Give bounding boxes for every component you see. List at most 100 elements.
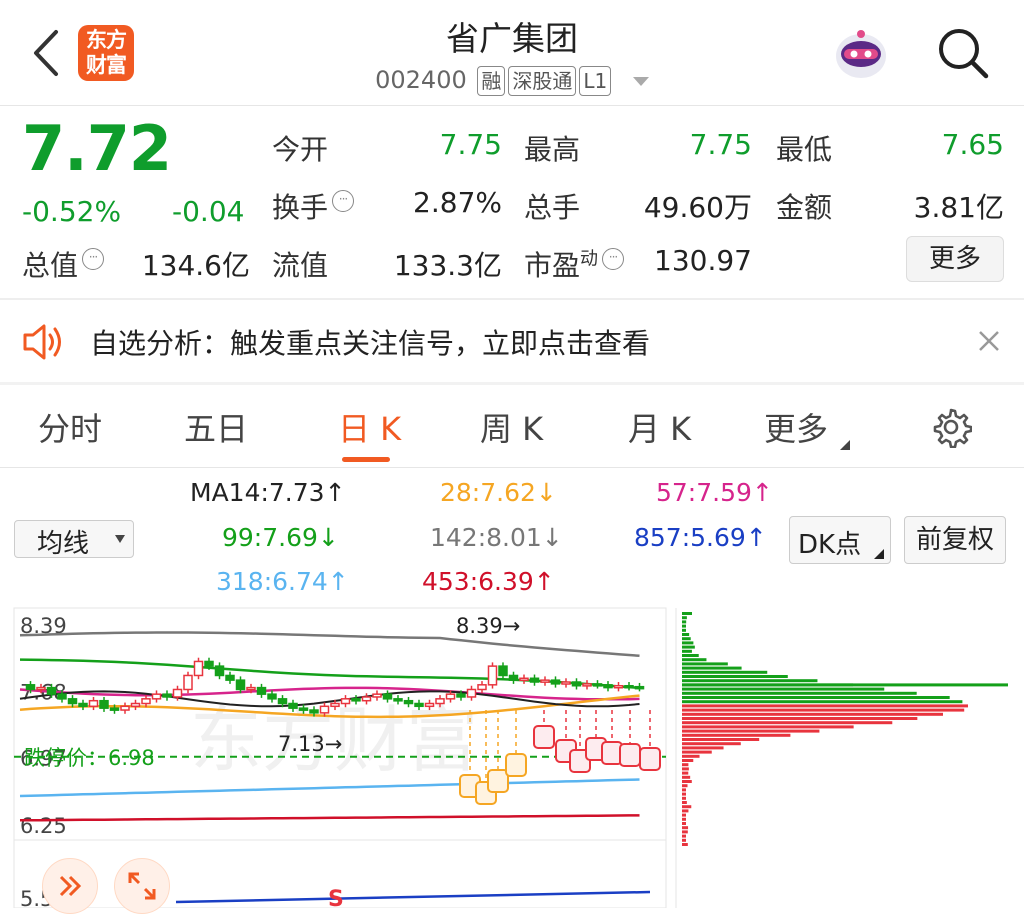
expand-arrows-icon xyxy=(115,859,169,913)
info-icon[interactable]: ··· xyxy=(82,248,104,270)
tag-margin: 融 xyxy=(477,66,505,96)
ma-value-4: 142:8.01↓ xyxy=(430,523,563,552)
dk-buy-marker xyxy=(640,748,660,770)
tab-more[interactable]: 更多 xyxy=(764,404,850,450)
s-marker: S xyxy=(328,887,344,908)
candle-body xyxy=(37,688,45,690)
quote-label-3: 换手 ··· xyxy=(272,186,354,226)
candle-body xyxy=(510,675,518,680)
tab-intraday[interactable]: 分时 xyxy=(38,404,102,450)
volume-profile-bar xyxy=(682,658,706,661)
dk-buy-marker xyxy=(534,726,554,748)
volume-profile-bar xyxy=(682,654,699,657)
candle-body xyxy=(27,685,35,690)
tag-level: L1 xyxy=(579,66,611,96)
candle-body xyxy=(226,675,234,680)
quote-label-text: 今开 xyxy=(272,133,328,166)
quote-label-7: 流值 xyxy=(272,244,328,284)
candle-body xyxy=(457,694,465,697)
dk-buy-marker xyxy=(620,744,640,766)
chevron-down-icon[interactable] xyxy=(633,77,649,86)
dk-buy-marker xyxy=(488,770,508,792)
ma-99-line xyxy=(20,660,640,688)
quote-value-4: 49.60万 xyxy=(612,186,752,226)
ma-select-label: 均线 xyxy=(37,523,89,560)
candle-body xyxy=(573,682,581,686)
candle-body xyxy=(247,688,255,690)
tab-daily-k[interactable]: 日 K xyxy=(338,404,401,450)
quote-label-text: 换手 xyxy=(272,191,328,224)
high-price-annotation: 8.39→ xyxy=(456,614,520,638)
double-chevron-icon xyxy=(43,859,97,913)
ma-value-1: 28:7.62↓ xyxy=(440,478,557,507)
tab-five-day[interactable]: 五日 xyxy=(184,404,248,450)
candle-body xyxy=(594,684,602,686)
dk-point-label: DK点 xyxy=(798,524,861,561)
quote-value-6: 134.6亿 xyxy=(110,244,250,284)
alert-banner-text[interactable]: 自选分析：触发重点关注信号，立即点击查看 xyxy=(90,322,650,362)
change-percent: -0.52% xyxy=(22,195,121,228)
candle-body xyxy=(268,694,276,699)
close-icon[interactable] xyxy=(978,330,1000,352)
volume-profile-bar xyxy=(682,763,688,766)
volume-profile-bar xyxy=(682,843,688,846)
volume-profile-bar xyxy=(682,830,688,833)
candle-body xyxy=(195,661,203,675)
quote-label-text: 流值 xyxy=(272,249,328,282)
volume-profile-bar xyxy=(682,616,687,619)
quote-label-6: 总值 ··· xyxy=(22,244,104,284)
quote-label-8: 市盈动 ··· xyxy=(524,244,624,284)
candle-body xyxy=(111,708,119,710)
candle-body xyxy=(468,689,476,696)
quote-value-0: 7.75 xyxy=(362,128,502,161)
candle-body xyxy=(142,699,150,704)
dk-point-button[interactable]: DK点 xyxy=(789,516,891,564)
volume-profile-bar xyxy=(682,721,892,724)
tab-weekly-k[interactable]: 周 K xyxy=(480,404,543,450)
candle-body xyxy=(384,694,392,699)
ma-453-line xyxy=(20,815,640,820)
candle-body xyxy=(331,704,339,707)
volume-profile-peak xyxy=(682,683,1008,686)
info-icon[interactable]: ··· xyxy=(332,190,354,212)
quote-value-7: 133.3亿 xyxy=(362,244,502,284)
candle-body xyxy=(132,704,140,707)
current-price: 7.72 xyxy=(22,112,171,185)
volume-profile-bar xyxy=(682,822,686,825)
volume-profile-bar xyxy=(682,797,686,800)
candle-body xyxy=(447,694,455,699)
volume-profile-bar xyxy=(682,835,686,838)
search-icon[interactable] xyxy=(936,26,990,80)
divider xyxy=(0,467,1024,468)
candle-body xyxy=(258,688,266,695)
candle-body xyxy=(478,685,486,690)
tag-shenzhen-connect: 深股通 xyxy=(508,66,576,96)
candle-body xyxy=(48,688,56,695)
volume-profile-bar xyxy=(682,780,692,783)
corner-triangle-icon xyxy=(874,549,884,559)
candle-body xyxy=(394,699,402,701)
ma-select[interactable]: 均线 xyxy=(14,520,134,558)
quote-label-text: 最高 xyxy=(524,133,580,166)
volume-profile-bar xyxy=(682,692,917,695)
candle-body xyxy=(321,706,329,713)
settings-gear-icon[interactable] xyxy=(930,406,972,448)
volume-profile-bar xyxy=(682,734,790,737)
quote-label-0: 今开 xyxy=(272,128,328,168)
robot-assistant-icon[interactable] xyxy=(832,26,890,82)
limit-down-label: 跌停价：6.98 xyxy=(24,746,155,770)
divider xyxy=(0,105,1024,106)
expand-left-button[interactable] xyxy=(42,858,98,914)
tab-monthly-k[interactable]: 月 K xyxy=(628,404,691,450)
fullscreen-button[interactable] xyxy=(114,858,170,914)
volume-profile-bar xyxy=(682,675,788,678)
ma-57-line xyxy=(20,688,640,699)
quote-more-button[interactable]: 更多 xyxy=(906,236,1004,282)
volume-profile-bar xyxy=(682,772,688,775)
quote-value-5: 3.81亿 xyxy=(864,186,1004,226)
quote-label-text: 市盈 xyxy=(524,249,580,282)
candle-body xyxy=(520,678,528,680)
forward-adjust-button[interactable]: 前复权 xyxy=(904,516,1006,564)
volume-profile-bar xyxy=(682,662,728,665)
volume-profile-bar xyxy=(682,625,686,628)
